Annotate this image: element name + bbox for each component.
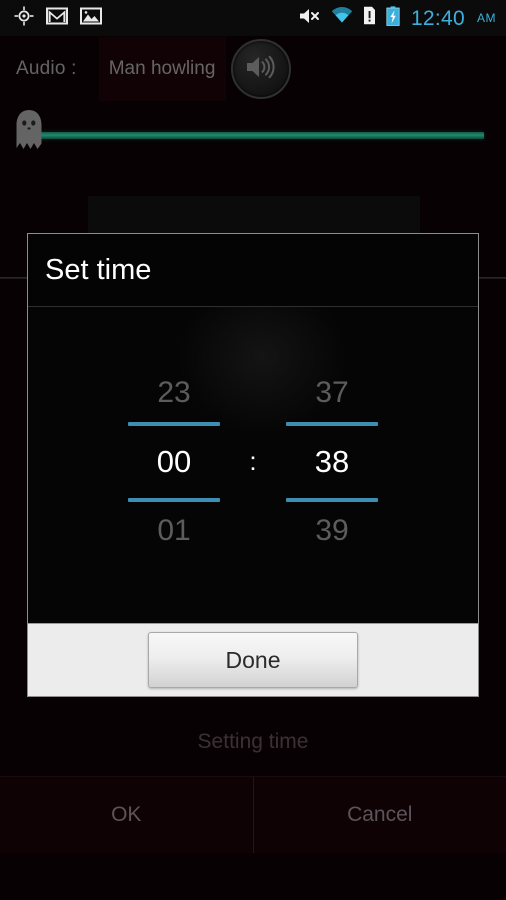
status-bar-clock: 12:40	[410, 6, 465, 30]
hour-current-value[interactable]: 00	[157, 426, 191, 498]
volume-mute-icon	[298, 7, 322, 30]
wifi-icon	[331, 7, 353, 29]
hour-previous-value[interactable]: 23	[157, 364, 190, 422]
time-separator: :	[249, 445, 257, 476]
status-bar-left-icons	[0, 6, 102, 31]
minute-previous-value[interactable]: 37	[315, 364, 348, 422]
minute-picker[interactable]: 37 38 39	[266, 364, 398, 560]
minute-next-value[interactable]: 39	[315, 502, 348, 560]
done-button[interactable]: Done	[148, 632, 358, 688]
dialog-body: 23 00 01 : 37 38 39	[28, 307, 478, 623]
status-bar: 12:40 AM	[0, 0, 506, 36]
app-screen: 12:40 AM Audio : Man howling Setting tim…	[0, 0, 506, 900]
hour-picker[interactable]: 23 00 01	[108, 364, 240, 560]
minute-current-value[interactable]: 38	[315, 426, 349, 498]
set-time-dialog: Set time 23 00 01 : 37 38 39 Done	[27, 233, 479, 697]
hour-next-value[interactable]: 01	[157, 502, 190, 560]
time-picker: 23 00 01 : 37 38 39	[108, 364, 398, 560]
location-icon	[14, 6, 34, 31]
dialog-title: Set time	[28, 234, 478, 307]
status-bar-right-icons: 12:40 AM	[298, 5, 506, 31]
gmail-icon	[46, 7, 68, 30]
sdcard-warning-icon	[362, 6, 377, 30]
gallery-image-icon	[80, 7, 102, 30]
dialog-footer: Done	[28, 623, 478, 696]
battery-charging-icon	[386, 5, 400, 31]
status-bar-meridiem: AM	[477, 11, 496, 25]
